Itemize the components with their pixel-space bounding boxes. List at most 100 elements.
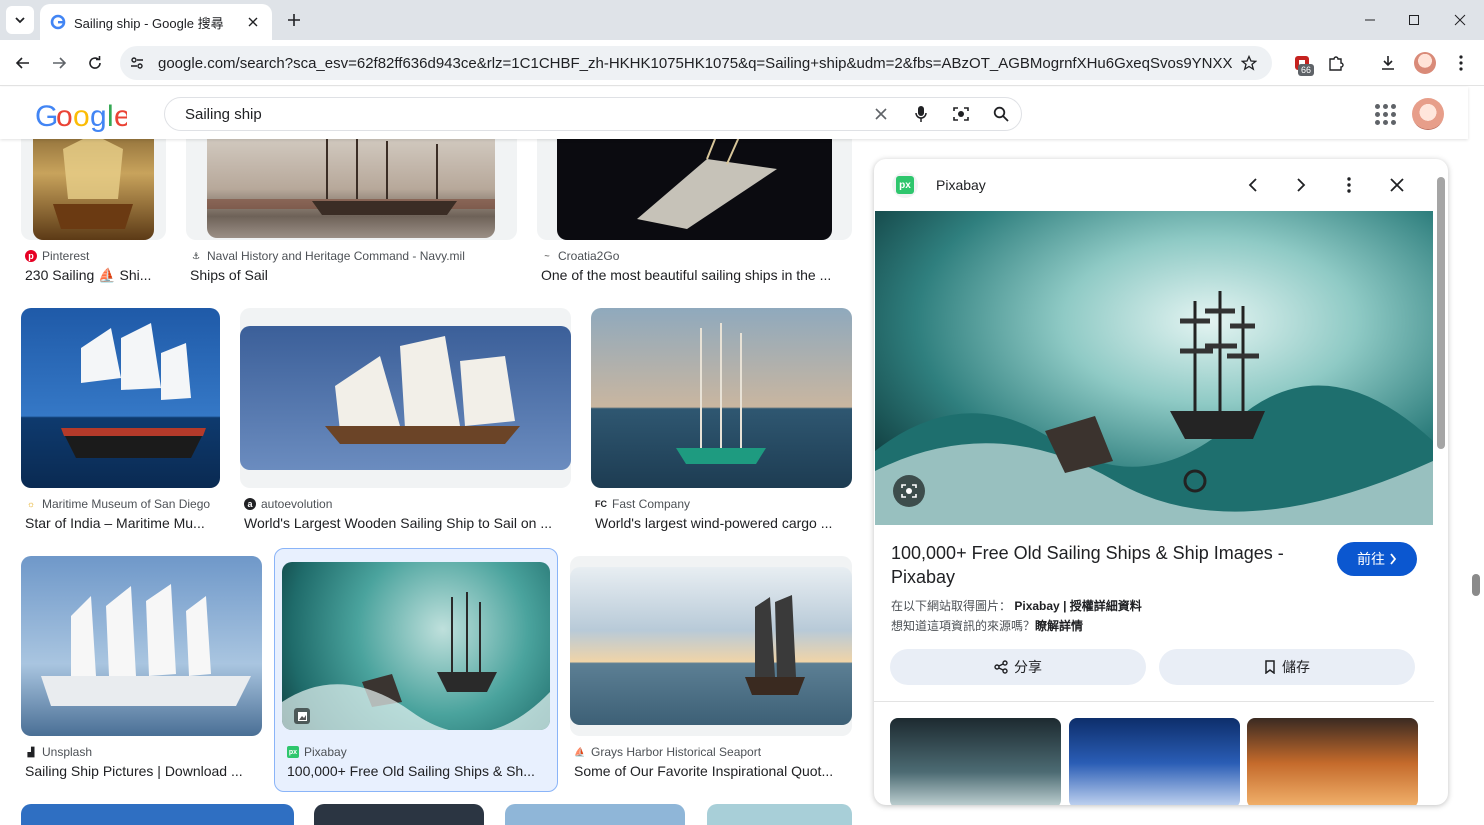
anchor-icon: ⚓ [191, 250, 201, 261]
tab-close-icon[interactable] [244, 13, 262, 31]
browser-menu-icon[interactable] [1449, 51, 1473, 75]
forward-button[interactable] [45, 49, 73, 77]
back-button[interactable] [9, 49, 37, 77]
close-icon [1454, 14, 1466, 26]
result-title-7[interactable]: Sailing Ship Pictures | Download ... [25, 763, 257, 779]
result-title-8[interactable]: 100,000+ Free Old Sailing Ships & Sh... [287, 763, 549, 779]
address-bar[interactable]: google.com/search?sca_esv=62f82ff636d943… [120, 46, 1272, 80]
site-settings-icon[interactable] [120, 46, 154, 80]
preview-image[interactable] [875, 211, 1433, 525]
chevron-right-icon [1297, 178, 1306, 192]
result-title-6[interactable]: World's largest wind-powered cargo ... [595, 515, 847, 531]
result-source-5: a autoevolution [244, 497, 332, 511]
close-panel-button[interactable] [1385, 173, 1409, 197]
result-source-9: ⛵ Grays Harbor Historical Seaport [574, 745, 762, 759]
result-source-3: ~ Croatia2Go [541, 249, 619, 263]
close-icon [1390, 178, 1404, 192]
download-icon[interactable] [1376, 51, 1400, 75]
google-favicon-icon [50, 14, 66, 30]
profile-avatar[interactable] [1413, 51, 1437, 75]
svg-text:g: g [90, 100, 106, 133]
extensions-puzzle-icon[interactable] [1324, 51, 1348, 75]
clear-search-icon[interactable] [861, 97, 901, 131]
arrow-left-icon [15, 57, 29, 69]
source-site-link[interactable]: Pixabay [1014, 599, 1059, 613]
maximize-button[interactable] [1391, 0, 1437, 40]
result-image-5[interactable] [240, 326, 571, 470]
svg-text:l: l [107, 100, 113, 133]
more-vert-icon [1347, 177, 1351, 193]
result-source-8: px Pixabay [287, 745, 347, 759]
svg-text:G: G [35, 100, 57, 133]
result-image-7[interactable] [21, 556, 262, 736]
panel-scroll-thumb[interactable] [1437, 177, 1445, 449]
autoevolution-icon: a [244, 498, 256, 510]
result-image-6[interactable] [591, 308, 852, 488]
result-image-3[interactable] [557, 139, 832, 240]
search-icon[interactable] [981, 97, 1021, 131]
next-image-button[interactable] [1289, 173, 1313, 197]
result-title-3[interactable]: One of the most beautiful sailing ships … [541, 267, 846, 283]
result-source-1: p Pinterest [25, 249, 89, 263]
result-title-2[interactable]: Ships of Sail [190, 267, 510, 283]
pixabay-icon: px [287, 746, 299, 758]
bookmark-star-icon[interactable] [1232, 46, 1266, 80]
result-image-9[interactable] [570, 567, 852, 725]
minimize-button[interactable] [1347, 0, 1393, 40]
result-title-9[interactable]: Some of Our Favorite Inspirational Quot.… [574, 763, 846, 779]
browser-tab-active[interactable]: Sailing ship - Google 搜尋 [40, 4, 272, 40]
plus-icon [288, 14, 300, 26]
svg-text:o: o [56, 100, 72, 133]
previous-image-button[interactable] [1241, 173, 1265, 197]
new-tab-button[interactable] [282, 8, 306, 32]
result-image-8[interactable] [282, 562, 550, 730]
page-scroll-thumb[interactable] [1472, 574, 1480, 596]
page-scrollbar[interactable] [1468, 87, 1484, 825]
learn-more-link[interactable]: 瞭解詳情 [1035, 619, 1083, 633]
panel-site-name[interactable]: Pixabay [936, 177, 986, 193]
image-type-icon [294, 708, 310, 724]
reload-button[interactable] [81, 49, 109, 77]
related-image-1[interactable] [890, 718, 1061, 805]
microphone-icon[interactable] [901, 97, 941, 131]
result-title-4[interactable]: Star of India – Maritime Mu... [25, 515, 215, 531]
panel-divider [874, 701, 1434, 702]
close-window-button[interactable] [1437, 0, 1483, 40]
panel-scrollbar[interactable] [1434, 159, 1448, 805]
result-title-1[interactable]: 230 Sailing ⛵ Shi... [25, 267, 165, 284]
result-image-4[interactable] [21, 308, 220, 488]
chevron-left-icon [1248, 178, 1257, 192]
search-box[interactable]: Sailing ship [164, 97, 1022, 131]
result-source-2: ⚓ Naval History and Heritage Command - N… [191, 249, 465, 263]
tab-bar: Sailing ship - Google 搜尋 [0, 0, 1484, 40]
lens-camera-icon[interactable] [941, 97, 981, 131]
result-image-10[interactable] [21, 804, 294, 825]
lens-search-icon[interactable] [893, 475, 925, 507]
result-image-12[interactable] [505, 804, 685, 825]
panel-image-title[interactable]: 100,000+ Free Old Sailing Ships & Ship I… [891, 541, 1311, 589]
related-image-3[interactable] [1247, 718, 1418, 805]
tab-search-button[interactable] [6, 6, 34, 34]
result-image-11[interactable] [314, 804, 484, 825]
fast-company-icon: FC [595, 499, 607, 509]
result-image-2[interactable] [207, 139, 495, 238]
google-logo[interactable]: G o o g l e [35, 99, 131, 141]
unsplash-icon: ▟ [27, 746, 35, 757]
share-button[interactable]: 分享 [890, 649, 1146, 685]
result-image-1[interactable] [33, 139, 154, 240]
visit-button[interactable]: 前往 [1337, 542, 1417, 576]
google-apps-icon[interactable] [1372, 101, 1396, 125]
pixabay-logo-icon: px [892, 172, 918, 198]
related-image-2[interactable] [1069, 718, 1240, 805]
panel-header: px Pixabay [874, 159, 1448, 211]
result-image-13[interactable] [707, 804, 852, 825]
google-header: G o o g l e Sailing ship [0, 87, 1468, 139]
search-input[interactable]: Sailing ship [185, 106, 861, 123]
save-button[interactable]: 儲存 [1159, 649, 1415, 685]
account-avatar[interactable] [1412, 98, 1444, 130]
result-title-5[interactable]: World's Largest Wooden Sailing Ship to S… [244, 515, 566, 531]
license-details-link[interactable]: 授權詳細資料 [1070, 599, 1142, 613]
arrow-right-icon [53, 57, 67, 69]
share-icon [994, 660, 1008, 674]
more-options-button[interactable] [1337, 173, 1361, 197]
